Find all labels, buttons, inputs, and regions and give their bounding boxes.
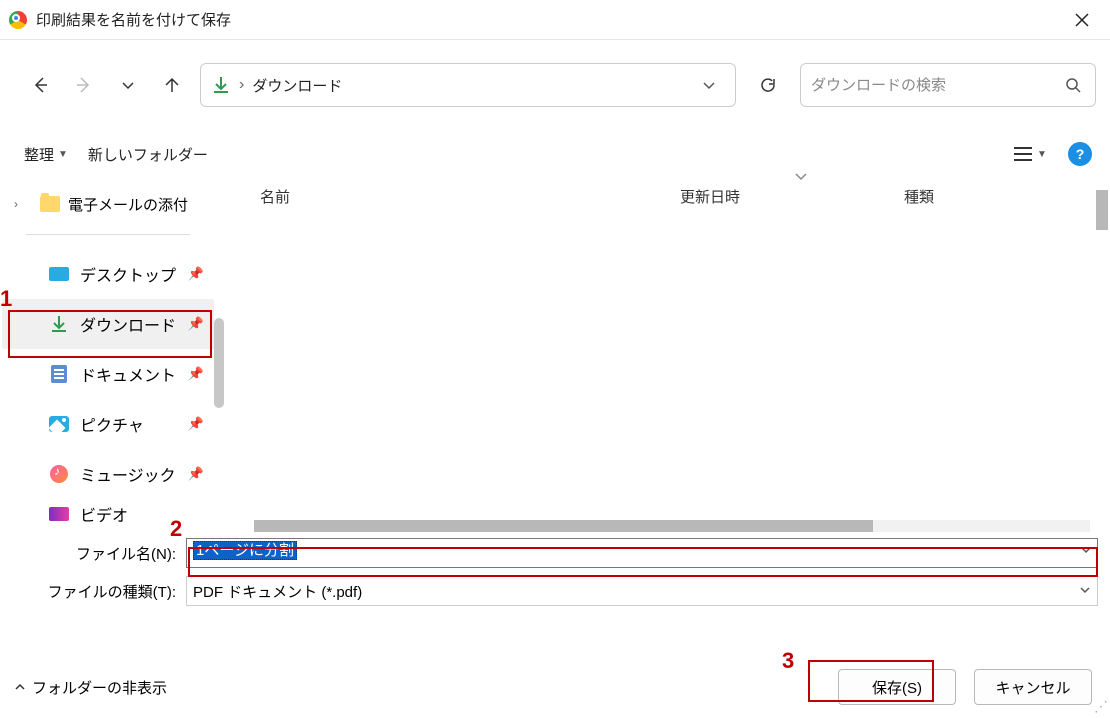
titlebar: 印刷結果を名前を付けて保存 — [0, 0, 1110, 40]
filetype-value: PDF ドキュメント (*.pdf) — [193, 581, 362, 602]
column-headers: 名前 更新日時 種類 — [216, 178, 1110, 214]
sidebar-item-documents[interactable]: ドキュメント 📌 — [2, 349, 214, 399]
search-input[interactable] — [811, 77, 1061, 94]
column-modified[interactable]: 更新日時 — [680, 186, 904, 207]
organize-menu[interactable]: 整理 ▼ — [24, 144, 68, 165]
scrollbar-thumb[interactable] — [254, 520, 873, 532]
picture-icon — [49, 416, 69, 432]
document-icon — [51, 365, 67, 383]
sidebar-item-label: 電子メールの添付 — [68, 194, 188, 215]
sidebar-item-email-attachments[interactable]: › 電子メールの添付 — [2, 184, 214, 224]
filename-label: ファイル名(N): — [0, 543, 186, 564]
toolbar: 整理 ▼ 新しいフォルダー ▼ ? — [0, 130, 1110, 178]
refresh-button[interactable] — [748, 65, 788, 105]
sidebar-item-downloads[interactable]: ダウンロード 📌 — [2, 299, 214, 349]
filetype-label: ファイルの種類(T): — [0, 581, 186, 602]
sidebar-item-music[interactable]: ミュージック 📌 — [2, 449, 214, 499]
music-icon — [50, 465, 68, 483]
pin-icon: 📌 — [188, 266, 204, 282]
download-icon — [211, 75, 231, 95]
pin-icon: 📌 — [188, 366, 204, 382]
sidebar-item-label: ピクチャ — [80, 412, 144, 436]
sidebar-item-label: ミュージック — [80, 462, 176, 486]
sidebar-item-pictures[interactable]: ピクチャ 📌 — [2, 399, 214, 449]
folder-icon — [40, 196, 60, 212]
forward-button[interactable] — [68, 69, 100, 101]
filename-selected-text: 1ページに分割 — [193, 541, 297, 560]
file-area[interactable] — [244, 214, 1108, 516]
search-icon[interactable] — [1061, 73, 1085, 97]
save-button[interactable]: 保存(S) — [838, 669, 956, 705]
sidebar: › 電子メールの添付 デスクトップ 📌 ダウンロード 📌 ドキュメント 📌 — [0, 178, 216, 534]
desktop-icon — [49, 267, 69, 281]
column-name[interactable]: 名前 — [260, 186, 680, 207]
hide-folders-toggle[interactable]: フォルダーの非表示 — [14, 677, 167, 698]
hide-folders-label: フォルダーの非表示 — [32, 677, 167, 698]
main-pane: › 電子メールの添付 デスクトップ 📌 ダウンロード 📌 ドキュメント 📌 — [0, 178, 1110, 534]
sidebar-item-desktop[interactable]: デスクトップ 📌 — [2, 249, 214, 299]
pin-icon: 📌 — [188, 466, 204, 482]
sidebar-item-label: ビデオ — [80, 502, 128, 526]
sidebar-item-label: デスクトップ — [80, 262, 176, 286]
filename-area: ファイル名(N): 1ページに分割 ファイルの種類(T): PDF ドキュメント… — [0, 534, 1110, 610]
recent-dropdown[interactable] — [112, 69, 144, 101]
download-icon — [48, 315, 70, 333]
file-list-pane: 名前 更新日時 種類 — [216, 178, 1110, 534]
resize-grip[interactable]: ⋰ — [1094, 703, 1108, 717]
chevron-up-icon — [14, 681, 26, 693]
sidebar-item-label: ドキュメント — [80, 362, 176, 386]
filename-input[interactable]: 1ページに分割 — [186, 538, 1098, 568]
cancel-button[interactable]: キャンセル — [974, 669, 1092, 705]
nav-row: › ダウンロード — [0, 40, 1110, 130]
horizontal-scrollbar[interactable] — [254, 520, 1090, 532]
new-folder-button[interactable]: 新しいフォルダー — [88, 144, 208, 165]
column-type[interactable]: 種類 — [904, 186, 1110, 207]
sort-chevron-icon[interactable] — [794, 170, 808, 184]
breadcrumb-separator: › — [239, 76, 244, 94]
chevron-down-icon — [1079, 584, 1091, 599]
view-menu[interactable]: ▼ — [1012, 136, 1048, 172]
breadcrumb-current: ダウンロード — [252, 75, 342, 96]
vertical-scrollbar[interactable] — [1096, 178, 1108, 534]
video-icon — [49, 507, 69, 521]
help-button[interactable]: ? — [1068, 142, 1092, 166]
window-title: 印刷結果を名前を付けて保存 — [36, 9, 231, 30]
pin-icon: 📌 — [188, 416, 204, 432]
address-bar[interactable]: › ダウンロード — [200, 63, 736, 107]
address-dropdown[interactable] — [693, 69, 725, 101]
pin-icon: 📌 — [188, 316, 204, 332]
footer: フォルダーの非表示 保存(S) キャンセル — [0, 655, 1110, 719]
filename-dropdown[interactable] — [1080, 544, 1092, 559]
sidebar-item-videos[interactable]: ビデオ — [2, 499, 214, 529]
back-button[interactable] — [24, 69, 56, 101]
search-box[interactable] — [800, 63, 1096, 107]
chrome-icon — [8, 10, 28, 30]
up-button[interactable] — [156, 69, 188, 101]
filetype-select[interactable]: PDF ドキュメント (*.pdf) — [186, 576, 1098, 606]
scrollbar-thumb[interactable] — [1096, 190, 1108, 230]
sidebar-separator — [26, 234, 190, 235]
chevron-right-icon: › — [14, 197, 30, 211]
close-button[interactable] — [1062, 0, 1102, 40]
sidebar-item-label: ダウンロード — [80, 312, 176, 336]
